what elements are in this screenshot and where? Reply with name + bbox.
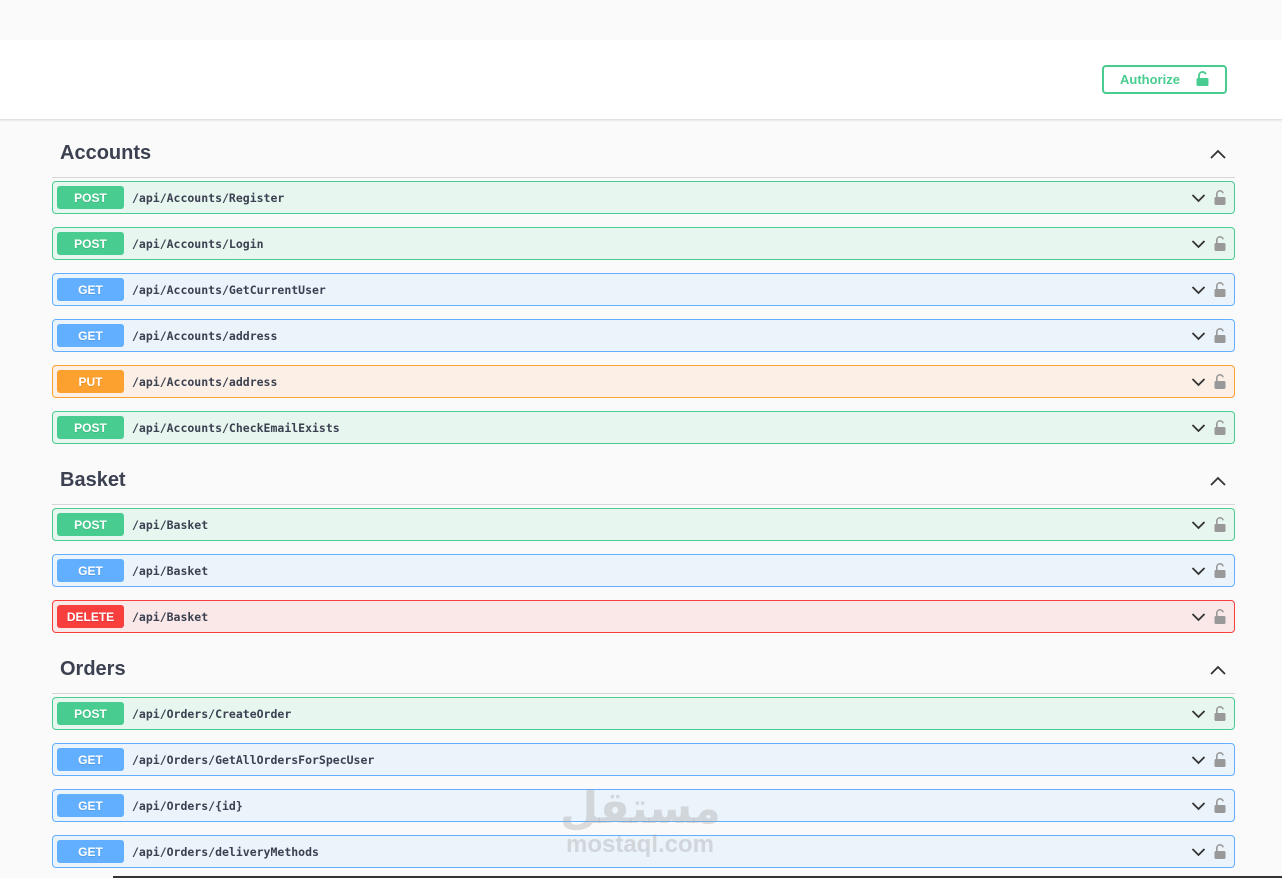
operation-path: /api/Basket (132, 609, 209, 624)
chevron-down-icon[interactable] (1191, 755, 1206, 765)
operation-path: /api/Basket (132, 563, 209, 578)
method-badge: GET (57, 794, 124, 817)
chevron-down-icon[interactable] (1191, 612, 1206, 622)
lock-icon[interactable] (1214, 844, 1226, 859)
operation-row[interactable]: POST /api/Accounts/CheckEmailExists (52, 411, 1235, 444)
method-badge: POST (57, 702, 124, 725)
method-badge: DELETE (57, 605, 124, 628)
lock-icon[interactable] (1214, 282, 1226, 297)
operation-row[interactable]: POST /api/Accounts/Register (52, 181, 1235, 214)
lock-icon[interactable] (1214, 517, 1226, 532)
method-badge: GET (57, 559, 124, 582)
tag-title: Orders (60, 658, 126, 680)
method-badge: PUT (57, 370, 124, 393)
method-badge: POST (57, 513, 124, 536)
lock-icon[interactable] (1214, 609, 1226, 624)
lock-icon[interactable] (1214, 328, 1226, 343)
lock-icon (1196, 70, 1209, 89)
chevron-down-icon[interactable] (1191, 847, 1206, 857)
operation-row[interactable]: PUT /api/Accounts/address (52, 365, 1235, 398)
scheme-container: Authorize (0, 40, 1282, 120)
operation-path: /api/Basket (132, 517, 209, 532)
lock-icon[interactable] (1214, 706, 1226, 721)
lock-icon[interactable] (1214, 190, 1226, 205)
tag-header-orders[interactable]: Orders (52, 646, 1235, 694)
lock-icon[interactable] (1214, 236, 1226, 251)
method-badge: GET (57, 748, 124, 771)
lock-icon[interactable] (1214, 798, 1226, 813)
tag-header-accounts[interactable]: Accounts (52, 130, 1235, 178)
chevron-down-icon[interactable] (1191, 193, 1206, 203)
chevron-down-icon[interactable] (1191, 709, 1206, 719)
authorize-label: Authorize (1120, 72, 1180, 87)
operation-path: /api/Accounts/address (132, 328, 278, 343)
chevron-down-icon[interactable] (1191, 801, 1206, 811)
operation-path: /api/Accounts/Login (132, 236, 264, 251)
method-badge: POST (57, 186, 124, 209)
operation-row[interactable]: GET /api/Orders/GetAllOrdersForSpecUser (52, 743, 1235, 776)
operation-path: /api/Accounts/address (132, 374, 278, 389)
operation-path: /api/Accounts/CheckEmailExists (132, 420, 340, 435)
operation-row[interactable]: POST /api/Basket (52, 508, 1235, 541)
chevron-down-icon[interactable] (1191, 239, 1206, 249)
operation-row[interactable]: GET /api/Accounts/address (52, 319, 1235, 352)
method-badge: GET (57, 840, 124, 863)
operation-row[interactable]: GET /api/Orders/deliveryMethods (52, 835, 1235, 868)
tag-section-basket: Basket POST /api/Basket GET /api/Basket … (52, 457, 1235, 633)
tag-section-orders: Orders POST /api/Orders/CreateOrder GET … (52, 646, 1235, 868)
operations-list: Accounts POST /api/Accounts/Register POS… (52, 130, 1235, 878)
method-badge: POST (57, 232, 124, 255)
operation-path: /api/Accounts/GetCurrentUser (132, 282, 326, 297)
operation-row[interactable]: GET /api/Accounts/GetCurrentUser (52, 273, 1235, 306)
lock-icon[interactable] (1214, 752, 1226, 767)
lock-icon[interactable] (1214, 420, 1226, 435)
method-badge: GET (57, 324, 124, 347)
tag-title: Accounts (60, 142, 152, 164)
chevron-up-icon[interactable] (1209, 664, 1227, 676)
operation-row[interactable]: GET /api/Basket (52, 554, 1235, 587)
operation-row[interactable]: POST /api/Orders/CreateOrder (52, 697, 1235, 730)
chevron-up-icon[interactable] (1209, 148, 1227, 160)
top-bar (0, 0, 1282, 40)
method-badge: POST (57, 416, 124, 439)
chevron-down-icon[interactable] (1191, 377, 1206, 387)
chevron-down-icon[interactable] (1191, 285, 1206, 295)
chevron-down-icon[interactable] (1191, 423, 1206, 433)
operation-path: /api/Accounts/Register (132, 190, 285, 205)
lock-icon[interactable] (1214, 563, 1226, 578)
tag-title: Basket (60, 469, 126, 491)
operation-row[interactable]: POST /api/Accounts/Login (52, 227, 1235, 260)
chevron-down-icon[interactable] (1191, 331, 1206, 341)
chevron-down-icon[interactable] (1191, 566, 1206, 576)
tag-section-accounts: Accounts POST /api/Accounts/Register POS… (52, 130, 1235, 444)
operation-path: /api/Orders/CreateOrder (132, 706, 292, 721)
method-badge: GET (57, 278, 124, 301)
operation-row[interactable]: GET /api/Orders/{id} (52, 789, 1235, 822)
operation-path: /api/Orders/deliveryMethods (132, 844, 319, 859)
operation-row[interactable]: DELETE /api/Basket (52, 600, 1235, 633)
operation-path: /api/Orders/{id} (132, 798, 243, 813)
chevron-up-icon[interactable] (1209, 475, 1227, 487)
tag-header-basket[interactable]: Basket (52, 457, 1235, 505)
operation-path: /api/Orders/GetAllOrdersForSpecUser (132, 752, 375, 767)
lock-icon[interactable] (1214, 374, 1226, 389)
chevron-down-icon[interactable] (1191, 520, 1206, 530)
authorize-button[interactable]: Authorize (1102, 65, 1227, 94)
